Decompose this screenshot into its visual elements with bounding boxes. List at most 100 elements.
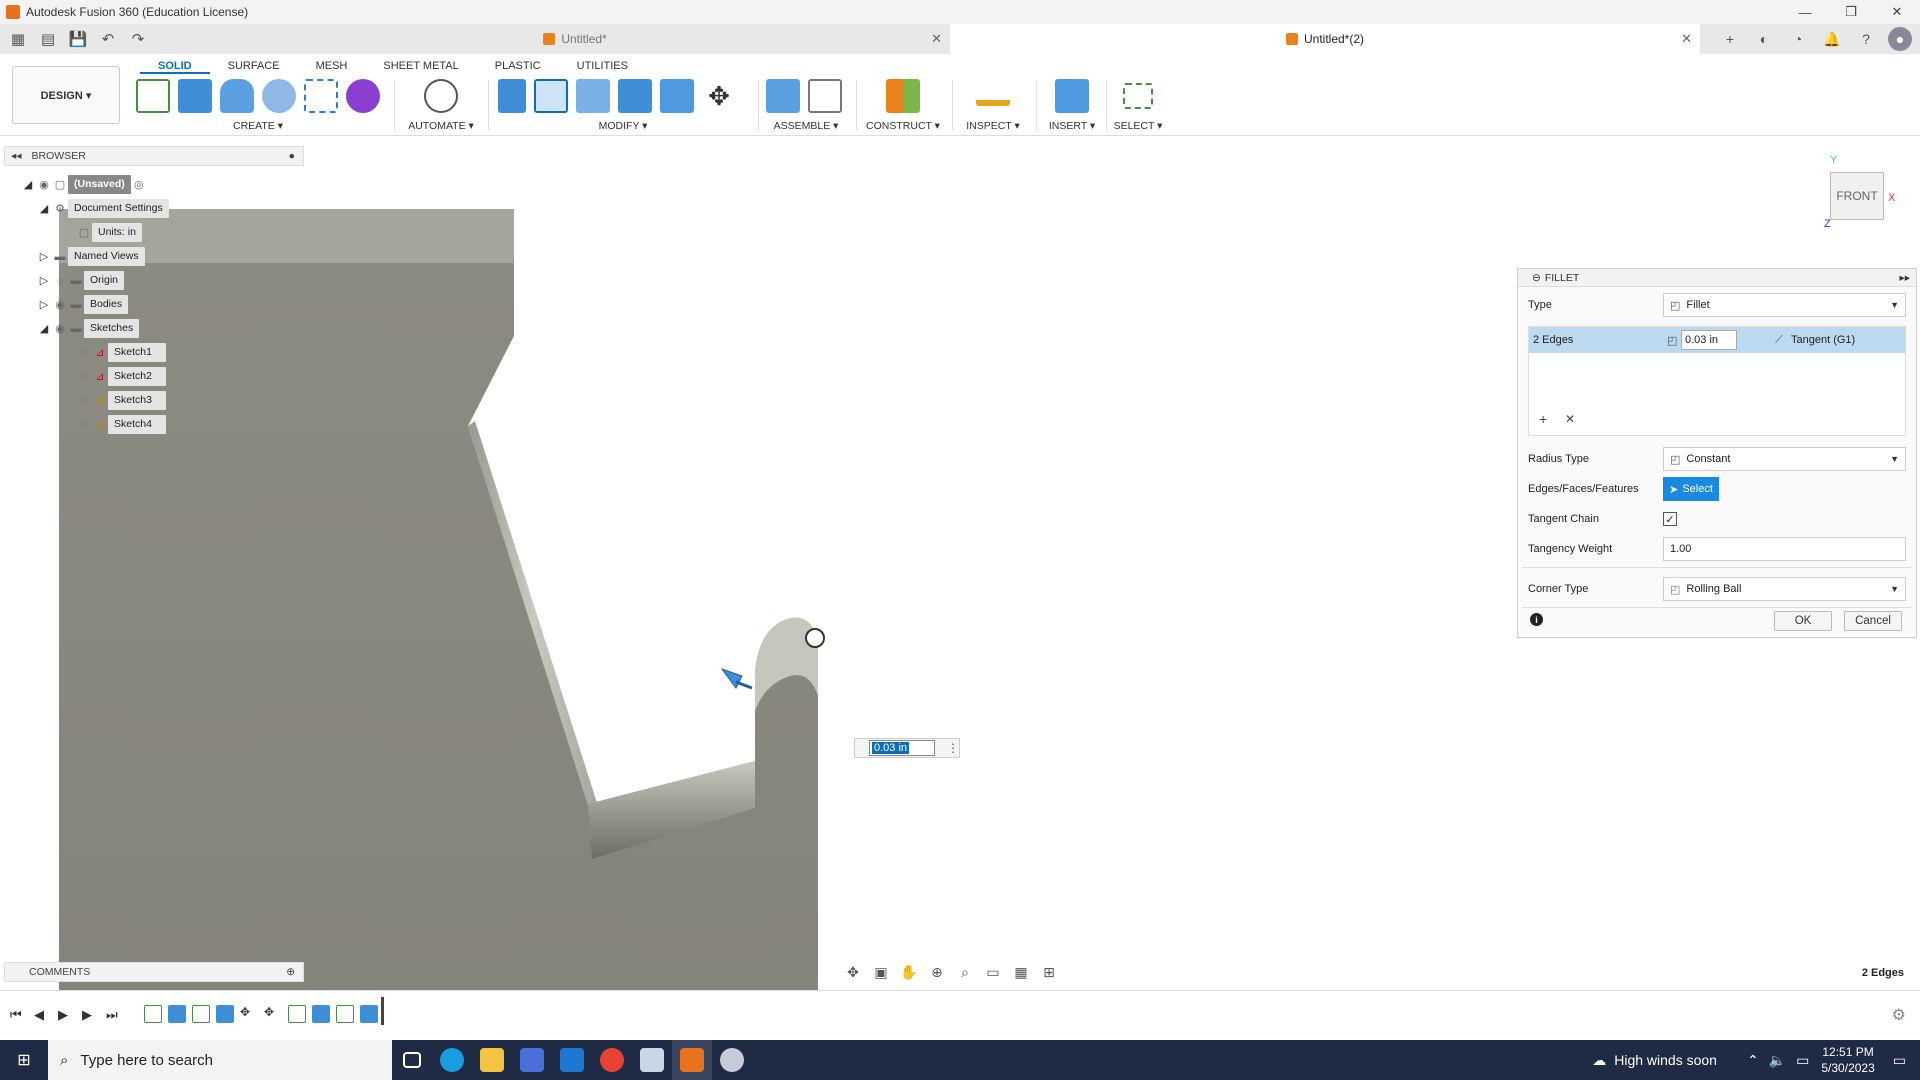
go-to-start-icon[interactable]: ⏮ — [10, 1007, 22, 1023]
hidden-eye-icon[interactable]: ◌ — [76, 346, 92, 360]
fillet-icon[interactable] — [534, 79, 568, 113]
add-selection-icon[interactable]: + — [1539, 411, 1547, 427]
tree-sketch-item[interactable]: ◌ ⊿ Sketch4 — [76, 415, 166, 434]
tree-named-views[interactable]: ▷ ▬ Named Views — [36, 247, 145, 266]
redo-icon[interactable]: ↷ — [126, 30, 150, 48]
timeline-move-feature[interactable]: ✥ — [240, 1005, 258, 1023]
canvas-viewport[interactable]: ◂◂ BROWSER ● ◢ ◉ ▢ (Unsaved) ◎ ◢ ⚙ Docum… — [0, 136, 1920, 990]
viewcube[interactable]: Y FRONT X Z — [1820, 154, 1910, 234]
play-icon[interactable]: ▶ — [58, 1007, 68, 1023]
type-select[interactable]: ◰ Fillet ▼ — [1663, 293, 1906, 317]
modify-group-label[interactable]: MODIFY ▾ — [498, 120, 748, 132]
timeline-extrude-feature[interactable] — [168, 1005, 186, 1023]
job-status-icon[interactable]: ◔ — [1786, 27, 1810, 51]
help-icon[interactable]: ? — [1854, 27, 1878, 51]
edge-browser-icon[interactable] — [432, 1040, 472, 1080]
tab-surface[interactable]: SURFACE — [210, 58, 298, 74]
taskbar-search[interactable]: ⌕ Type here to search — [48, 1040, 392, 1080]
visibility-eye-icon[interactable]: ◉ — [36, 178, 52, 192]
form-icon[interactable] — [346, 79, 380, 113]
task-view-icon[interactable] — [392, 1040, 432, 1080]
timeline-extrude-feature[interactable] — [216, 1005, 234, 1023]
hidden-eye-icon[interactable]: ◌ — [76, 418, 92, 432]
timeline-settings-icon[interactable]: ⚙ — [1892, 1005, 1906, 1025]
construct-group-label[interactable]: CONSTRUCT ▾ — [862, 120, 944, 132]
tab-utilities[interactable]: UTILITIES — [559, 58, 646, 74]
clock[interactable]: 12:51 PM 5/30/2023 — [1821, 1044, 1874, 1076]
save-icon[interactable]: 💾 — [66, 30, 90, 48]
extrude-icon[interactable] — [178, 79, 212, 113]
look-at-icon[interactable]: ▣ — [871, 963, 891, 981]
timeline-sketch-feature[interactable] — [192, 1005, 210, 1023]
fillet-collapse-icon[interactable]: ⊖ — [1532, 272, 1541, 284]
ok-button[interactable]: OK — [1774, 611, 1832, 631]
timeline-move-feature[interactable]: ✥ — [264, 1005, 282, 1023]
tree-document-settings[interactable]: ◢ ⚙ Document Settings — [36, 199, 169, 218]
activate-radio-icon[interactable]: ◎ — [131, 178, 147, 192]
tree-sketch-item[interactable]: ◌ ⊿ Sketch2 — [76, 367, 166, 386]
fusion-taskbar-icon[interactable] — [672, 1040, 712, 1080]
notepad-icon[interactable] — [632, 1040, 672, 1080]
tab-mesh[interactable]: MESH — [298, 58, 366, 74]
workspace-switcher[interactable]: DESIGN ▾ — [12, 66, 120, 124]
go-to-end-icon[interactable]: ⏭ — [106, 1007, 118, 1023]
expand-arrow-icon[interactable]: ▷ — [36, 298, 52, 311]
new-tab-icon[interactable]: + — [1718, 27, 1742, 51]
revolve-icon[interactable] — [220, 79, 254, 113]
chamfer-icon[interactable] — [576, 79, 610, 113]
mail-icon[interactable] — [552, 1040, 592, 1080]
viewcube-front-face[interactable]: FRONT — [1830, 172, 1884, 220]
minimize-icon[interactable]: — — [1782, 0, 1828, 24]
create-sketch-icon[interactable] — [136, 79, 170, 113]
file-menu-icon[interactable]: ▤ — [36, 30, 60, 48]
weather-text[interactable]: High winds soon — [1614, 1052, 1717, 1068]
store-icon[interactable] — [512, 1040, 552, 1080]
assemble-group-label[interactable]: ASSEMBLE ▾ — [766, 120, 846, 132]
tree-units[interactable]: ▢ Units: in — [76, 223, 142, 242]
add-comment-icon[interactable]: ⊕ — [286, 966, 295, 978]
close-tab-icon[interactable]: ✕ — [931, 31, 942, 47]
document-tab-untitled[interactable]: Untitled* ✕ — [200, 24, 950, 54]
tree-sketches[interactable]: ◢ ◉ ▬ Sketches — [36, 319, 140, 338]
step-forward-icon[interactable]: ▶ — [82, 1007, 92, 1023]
dimension-input-field[interactable]: 0.03 in — [869, 740, 935, 756]
user-avatar[interactable]: ● — [1888, 27, 1912, 51]
cancel-button[interactable]: Cancel — [1844, 611, 1902, 631]
tree-root[interactable]: ◢ ◉ ▢ (Unsaved) ◎ — [20, 175, 147, 194]
tangent-chain-checkbox[interactable]: ✓ — [1663, 512, 1677, 526]
maximize-icon[interactable]: ❐ — [1828, 0, 1874, 24]
fillet-expand-icon[interactable]: ▸▸ — [1899, 272, 1910, 284]
offset-plane-icon[interactable] — [886, 79, 920, 113]
undo-icon[interactable]: ↶ — [96, 30, 120, 48]
app-taskbar-icon[interactable] — [712, 1040, 752, 1080]
pan-icon[interactable]: ✋ — [899, 963, 919, 981]
expand-arrow-icon[interactable]: ▷ — [36, 274, 52, 287]
timeline-marker[interactable] — [381, 997, 384, 1025]
joint-icon[interactable] — [808, 79, 842, 113]
expand-arrow-icon[interactable]: ▷ — [36, 250, 52, 263]
show-hidden-icons-icon[interactable]: ⌃ — [1747, 1052, 1759, 1069]
hidden-eye-icon[interactable]: ◌ — [76, 370, 92, 384]
visibility-eye-icon[interactable]: ◉ — [52, 322, 68, 336]
volume-icon[interactable]: 🔈 — [1769, 1052, 1786, 1069]
document-tab-untitled-2[interactable]: Untitled*(2) ✕ — [950, 24, 1700, 54]
window-select-icon[interactable] — [1123, 83, 1153, 109]
tree-origin[interactable]: ▷ ◌ ▬ Origin — [36, 271, 125, 290]
close-window-icon[interactable]: ✕ — [1874, 0, 1920, 24]
step-back-icon[interactable]: ◀ — [34, 1007, 44, 1023]
fillet-radius-manipulator[interactable] — [720, 667, 753, 690]
automate-icon[interactable] — [424, 79, 458, 113]
chrome-icon[interactable] — [592, 1040, 632, 1080]
tab-solid[interactable]: SOLID — [140, 58, 210, 74]
shell-icon[interactable] — [618, 79, 652, 113]
continuity-value[interactable]: Tangent (G1) — [1791, 334, 1855, 346]
measure-icon[interactable] — [976, 86, 1010, 106]
select-group-label[interactable]: SELECT ▾ — [1110, 120, 1166, 132]
tangency-weight-input[interactable]: 1.00 — [1663, 537, 1906, 561]
timeline-sketch-feature[interactable] — [288, 1005, 306, 1023]
collapse-arrow-icon[interactable]: ◢ — [36, 322, 52, 335]
display-settings-icon[interactable]: ▭ — [983, 963, 1003, 981]
create-group-label[interactable]: CREATE ▾ — [136, 120, 380, 132]
radius-type-select[interactable]: ◰ Constant ▼ — [1663, 447, 1906, 471]
timeline-extrude-feature[interactable] — [312, 1005, 330, 1023]
